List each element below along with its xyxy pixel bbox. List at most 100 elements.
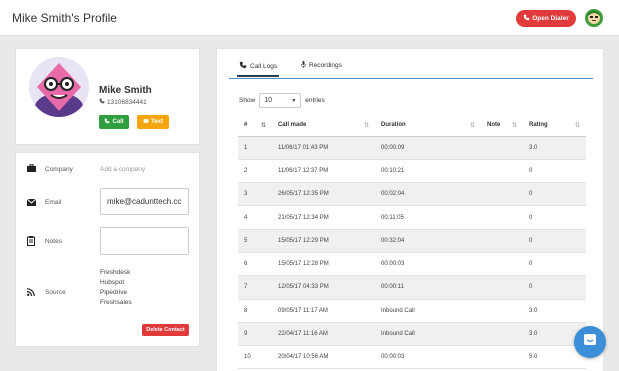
- table-cell: 10: [238, 345, 272, 370]
- chat-launcher-button[interactable]: [574, 326, 606, 358]
- table-cell: 20/04/17 10:56 AM: [272, 345, 375, 370]
- table-cell: 5: [238, 229, 272, 253]
- column-header[interactable]: Rating ⇅: [523, 114, 586, 137]
- show-label: Show: [239, 97, 256, 104]
- text-label: Text: [151, 119, 163, 125]
- phone-icon: [239, 61, 247, 71]
- column-header[interactable]: Call made ⇅: [272, 114, 375, 137]
- entries-label: entries: [305, 97, 325, 104]
- notes-label: Notes: [45, 238, 62, 245]
- user-avatar[interactable]: [585, 9, 603, 27]
- sort-icon: ⇅: [260, 123, 266, 129]
- text-button[interactable]: Text: [137, 115, 169, 129]
- table-cell: 11/06/17 12:37 PM: [272, 159, 375, 184]
- sort-icon: ⇅: [363, 123, 369, 129]
- table-cell: [481, 252, 523, 277]
- column-header[interactable]: Duration ⇅: [375, 114, 481, 137]
- table-cell: 00:00:03: [375, 345, 481, 370]
- table-cell: Inbound Call: [375, 299, 481, 323]
- table-cell: 21/05/17 12:34 PM: [272, 205, 375, 230]
- column-header[interactable]: Note ⇅: [481, 114, 523, 137]
- table-row[interactable]: 3 26/05/17 12:35 PM 00:02:04 0: [238, 182, 586, 207]
- table-cell: 0: [523, 205, 586, 230]
- open-dialer-button[interactable]: Open Dialer: [516, 10, 576, 27]
- rss-icon: [26, 287, 36, 297]
- table-cell: 00:11:05: [375, 205, 481, 230]
- table-row[interactable]: 8 09/05/17 11:17 AM Inbound Call 3.0: [238, 299, 586, 323]
- table-cell: 22/04/17 11:16 AM: [272, 322, 375, 347]
- table-cell: 8: [238, 299, 272, 323]
- table-row[interactable]: 1 11/06/17 01:43 PM 00:00:09 3.0: [238, 136, 586, 160]
- table-cell: 15/05/17 12:29 PM: [272, 229, 375, 253]
- email-field[interactable]: mike@cadunttech.cc: [100, 188, 189, 215]
- envelope-icon: [26, 197, 36, 207]
- email-label: Email: [45, 199, 62, 206]
- tab-label: Call Logs: [250, 62, 278, 70]
- table-cell: 6: [238, 252, 272, 277]
- table-row[interactable]: 6 15/05/17 12:28 PM 00:00:03 0: [238, 252, 586, 277]
- table-cell: 00:00:09: [375, 136, 481, 160]
- table-row[interactable]: 7 12/05/17 04:33 PM 00:00:11 0: [238, 275, 586, 300]
- entries-control: Show 10 ▼ entries: [239, 93, 325, 108]
- table-cell: 1: [238, 136, 272, 160]
- table-row[interactable]: 10 20/04/17 10:56 AM 00:00:03 5.0: [238, 345, 586, 370]
- source-item: Freshdesk: [100, 269, 131, 276]
- entries-select[interactable]: 10 ▼: [259, 93, 302, 108]
- notes-field[interactable]: [100, 227, 189, 255]
- table-cell: [481, 205, 523, 230]
- table-row[interactable]: 2 11/06/17 12:37 PM 00:10:21 0: [238, 159, 586, 184]
- chevron-down-icon: ▼: [291, 97, 297, 104]
- call-log-table: # ⇅ Call made ⇅ Duration ⇅ Note ⇅ Rating ⇅ 11…: [238, 114, 586, 370]
- tab-label: Recordings: [309, 62, 342, 69]
- table-cell: 00:00:03: [375, 252, 481, 277]
- phone-icon: [523, 14, 530, 23]
- call-button[interactable]: Call: [99, 115, 129, 129]
- contact-details-card: Company Add a company Email mike@caduntt…: [15, 152, 200, 347]
- source-item: Pipedrive: [100, 289, 128, 296]
- top-bar: Mike Smith's Profile Open Dialer: [0, 0, 619, 36]
- table-cell: 3.0: [523, 299, 586, 323]
- clipboard-icon: [26, 236, 36, 246]
- table-cell: 12/05/17 04:33 PM: [272, 275, 375, 300]
- table-cell: 0: [523, 159, 586, 184]
- microphone-icon: [301, 61, 306, 70]
- table-cell: [481, 136, 523, 160]
- table-cell: 7: [238, 275, 272, 300]
- table-cell: 0: [523, 275, 586, 300]
- delete-contact-button[interactable]: Delete Contact: [142, 324, 189, 336]
- column-header[interactable]: # ⇅: [238, 114, 272, 137]
- table-row[interactable]: 5 15/05/17 12:29 PM 00:32:04 0: [238, 229, 586, 253]
- table-cell: 11/06/17 01:43 PM: [272, 136, 375, 160]
- table-cell: [481, 345, 523, 370]
- table-header-row: # ⇅ Call made ⇅ Duration ⇅ Note ⇅ Rating ⇅: [238, 114, 586, 137]
- profile-card: Mike Smith 13106834441 Call Text: [15, 48, 200, 145]
- message-icon: [143, 118, 149, 126]
- contact-name: Mike Smith: [99, 85, 152, 96]
- table-row[interactable]: 4 21/05/17 12:34 PM 00:11:05 0: [238, 205, 586, 230]
- table-cell: [481, 275, 523, 300]
- table-cell: 00:32:04: [375, 229, 481, 253]
- table-cell: 15/05/17 12:28 PM: [272, 252, 375, 277]
- chat-icon: [583, 333, 597, 352]
- source-list: Freshdesk Hubspot Pipedrive Freshsales: [100, 268, 132, 308]
- source-item: Hubspot: [100, 279, 125, 286]
- table-cell: 2: [238, 159, 272, 184]
- contact-phone: 13106834441: [99, 98, 147, 106]
- table-cell: 00:00:11: [375, 275, 481, 300]
- table-cell: [481, 322, 523, 347]
- table-cell: 9: [238, 322, 272, 347]
- tab-bar: Call Logs Recordings: [229, 57, 593, 79]
- company-label: Company: [45, 166, 73, 173]
- tab-call-logs[interactable]: Call Logs: [236, 61, 280, 77]
- source-label: Source: [45, 289, 66, 296]
- table-row[interactable]: 9 22/04/17 11:16 AM Inbound Call 3.0: [238, 322, 586, 347]
- sort-icon: ⇅: [574, 123, 580, 129]
- table-cell: [481, 159, 523, 184]
- table-cell: 09/05/17 11:17 AM: [272, 299, 375, 323]
- tab-recordings[interactable]: Recordings: [301, 61, 342, 70]
- phone-icon: [99, 98, 105, 106]
- table-cell: 3.0: [523, 136, 586, 160]
- add-company-link[interactable]: Add a company: [100, 166, 145, 173]
- entries-value: 10: [264, 97, 273, 104]
- table-cell: 3: [238, 182, 272, 207]
